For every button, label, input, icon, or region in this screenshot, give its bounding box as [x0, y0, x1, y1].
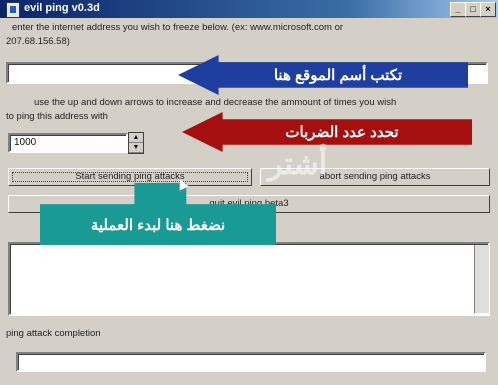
progress-label: ping attack completion [6, 328, 101, 339]
output-log[interactable] [8, 242, 490, 316]
progress-bar [16, 352, 486, 372]
annotation-address-arrow: تكتب أسم الموقع هنا [178, 55, 468, 95]
annotation-count-arrow: تحدد عدد الضربات [182, 112, 472, 152]
count-instruction-line1: use the up and down arrows to increase a… [34, 97, 397, 108]
address-instruction-line1: enter the internet address you wish to f… [12, 22, 344, 33]
ping-count-spinner[interactable]: ▲ ▼ [128, 132, 144, 154]
count-instruction-line2: to ping this address with [6, 111, 108, 122]
app-icon [6, 2, 20, 18]
evil-ping-window: evil ping v0.3d _ □ × enter the internet… [0, 0, 498, 385]
title-bar[interactable]: evil ping v0.3d _ □ × [0, 0, 498, 18]
annotation-address-text: تكتب أسم الموقع هنا [273, 67, 403, 84]
address-instruction-line2: 207.68.156.58) [6, 36, 70, 47]
close-button[interactable]: × [480, 2, 496, 17]
spin-up-icon[interactable]: ▲ [129, 133, 143, 143]
annotation-count-text: تحدد عدد الضربات [285, 124, 399, 141]
annotation-start-arrow: نضغط هنا لبدء العملية [40, 183, 276, 245]
maximize-button[interactable]: □ [465, 2, 481, 17]
watermark-logo: أشتر [268, 148, 328, 181]
window-title: evil ping v0.3d [24, 2, 100, 14]
spin-down-icon[interactable]: ▼ [129, 143, 143, 153]
annotation-start-text: نضغط هنا لبدء العملية [90, 217, 226, 234]
ping-count-input[interactable]: 1000 [8, 133, 128, 153]
output-scrollbar[interactable] [474, 245, 489, 313]
minimize-button[interactable]: _ [450, 2, 466, 17]
